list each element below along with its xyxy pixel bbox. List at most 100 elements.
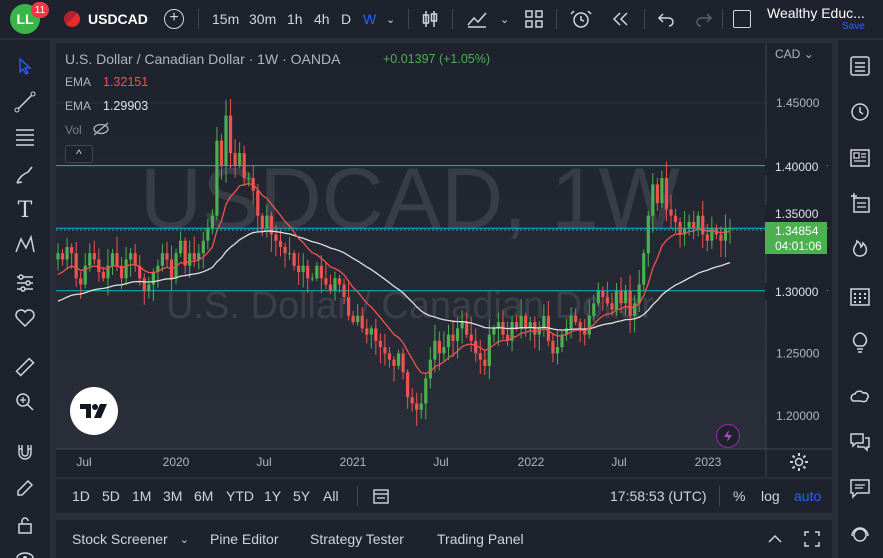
range-label: All [323,488,339,504]
candle-body [401,353,405,373]
candle-body [260,215,264,229]
auto-toggle[interactable]: auto [794,481,821,511]
volume-label: Vol [65,123,82,137]
level-badge-140: 1.40000 [765,158,827,175]
tab-trading-panel[interactable]: Trading Panel [437,520,524,558]
timezone-clock[interactable]: 17:58:53 (UTC) [610,481,706,511]
candle-body [574,315,578,323]
tab-label: Pine Editor [210,531,279,547]
candle-body [596,290,600,304]
range-ytd[interactable]: YTD [226,481,254,511]
range-3m[interactable]: 3M [163,481,182,511]
chevron-down-icon: ⌄ [803,47,814,61]
tab-strategy-tester[interactable]: Strategy Tester [310,520,404,558]
candle-body [446,334,451,348]
level-badge-130: 1.30000 [765,283,827,300]
current-price-text: 1.34854 [775,223,819,238]
tab-stock-screener[interactable]: Stock Screener ⌄ [72,520,189,558]
time-tick-label: 2020 [163,455,190,469]
candle-body [228,115,233,154]
volume-visibility-toggle[interactable] [92,122,110,141]
candle-body [224,115,228,166]
candle-body [124,259,128,279]
candle-body [655,184,659,204]
price-axis[interactable]: 1.45000 1.40000 1.35000 1.30000 1.25000 1.200… [776,96,820,423]
candle-body [696,215,700,229]
candle-body [92,253,96,260]
candle-body [70,246,74,254]
time-tick-label: Jul [433,455,448,469]
panel-maximize-button[interactable] [803,520,821,558]
currency-selector[interactable]: CAD ⌄ [775,47,814,61]
ema1-value: 1.32151 [103,75,149,89]
candle-body [428,359,432,379]
range-label: 1Y [264,488,282,504]
candle-body [160,253,165,266]
candle-body [256,190,260,216]
range-label: 1M [132,488,152,504]
tv-watermark-logo[interactable] [70,387,118,435]
currency-label: CAD [775,47,801,61]
countdown-badge: 04:01:06 [765,237,827,254]
candle-body [705,234,709,241]
time-axis[interactable]: Jul 2020 Jul 2021 Jul 2022 Jul 2023 [76,455,721,469]
chevron-up-icon [768,534,782,543]
candle-body [265,215,269,229]
candle-body [365,328,369,335]
goto-date-button[interactable] [372,481,390,511]
candle-body [605,297,610,304]
candle-body [410,397,414,404]
tab-label: Strategy Tester [310,531,404,547]
candle-body [669,209,673,216]
range-5d[interactable]: 5D [102,481,120,511]
candle-body [133,253,137,266]
range-label: 1D [72,488,90,504]
time-tick-label: Jul [76,455,91,469]
candle-body [524,315,528,329]
time-tick-label: Jul [256,455,271,469]
ema2-value: 1.29903 [103,99,149,113]
lightning-icon [724,430,732,442]
chevron-down-icon: ⌄ [179,533,189,546]
candle-body [642,253,646,285]
candle-body [442,347,446,354]
candle-body [115,253,119,266]
log-toggle[interactable]: log [761,481,780,511]
candle-body [283,246,287,254]
candle-body [351,315,355,323]
range-all[interactable]: All [323,481,339,511]
countdown-text: 04:01:06 [775,238,822,253]
lightning-button[interactable] [716,424,740,448]
tab-pine-editor[interactable]: Pine Editor [210,520,278,558]
level-badge-text: 1.40000 [775,159,819,174]
range-label: YTD [226,488,254,504]
calendar-range-icon [373,489,389,504]
range-1d[interactable]: 1D [72,481,90,511]
candle-body [728,228,732,230]
candle-body [614,290,619,310]
candle-body [383,347,387,354]
candle-body [129,253,133,260]
range-label: 3M [163,488,183,504]
candle-body [247,178,251,180]
candle-body [619,290,623,304]
candle-body [719,234,723,241]
candle-body [664,178,669,210]
percent-toggle[interactable]: % [733,481,745,511]
level-badge-text: 1.35000 [775,206,819,221]
range-1y[interactable]: 1Y [264,481,281,511]
candle-body [406,372,410,398]
candle-body [201,240,205,254]
range-5y[interactable]: 5Y [293,481,310,511]
candle-body [337,278,342,285]
chevron-up-icon: ^ [76,147,82,161]
candle-body [514,322,519,329]
candle-body [328,284,333,291]
chart-settings-button[interactable] [789,452,809,477]
range-6m[interactable]: 6M [194,481,213,511]
candle-body [310,278,314,280]
symbol-title: U.S. Dollar / Canadian Dollar · 1W · OAN… [65,51,341,67]
panel-expand-button[interactable] [766,520,784,558]
range-1m[interactable]: 1M [132,481,151,511]
legend-collapse-button[interactable]: ^ [65,145,93,163]
